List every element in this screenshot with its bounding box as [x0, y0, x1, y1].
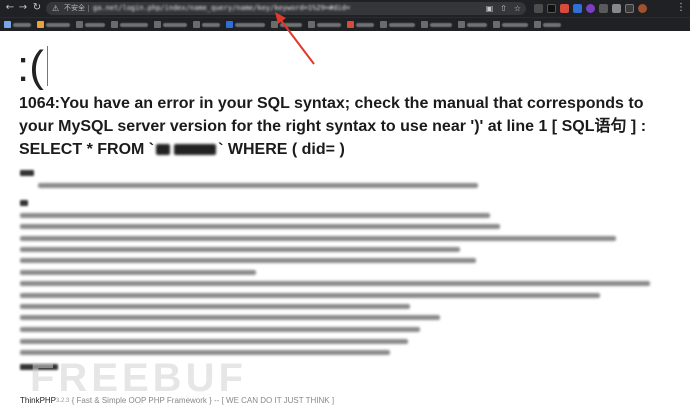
sidebar-icon[interactable] [625, 4, 634, 13]
trace-line [20, 327, 420, 332]
framework-footer: ThinkPHP3.2.3 { Fast & Simple OOP PHP Fr… [20, 396, 334, 406]
trace-line [20, 339, 408, 344]
error-line: SELECT * FROM ` ` WHERE ( did= ) [19, 138, 659, 161]
insecure-label: 不安全 [64, 4, 85, 12]
footer-version: 3.2.3 [56, 398, 70, 404]
trace-line [20, 247, 460, 252]
bookmarks-bar [0, 17, 690, 31]
trace-heading [20, 170, 34, 176]
redacted-table-name [156, 144, 171, 156]
puzzle-icon[interactable] [612, 4, 621, 13]
bookmark-icon [308, 21, 315, 28]
sql-statement-start: SELECT * FROM ` [19, 141, 155, 158]
bookmark-item[interactable] [458, 21, 487, 28]
bookmark-item[interactable] [76, 21, 105, 28]
bookmark-icon [226, 21, 233, 28]
bookmark-item[interactable] [154, 21, 187, 28]
sql-statement-end: ` WHERE ( did= ) [218, 141, 345, 158]
bookmark-item[interactable] [193, 21, 220, 28]
bookmark-icon [493, 21, 500, 28]
trace-line [38, 183, 478, 188]
redacted-table-name [174, 144, 217, 156]
reload-icon[interactable]: ↻ [31, 2, 43, 14]
share-icon[interactable]: ⇧ [499, 3, 508, 14]
bookmark-item[interactable] [347, 21, 374, 28]
extension-icon[interactable] [560, 4, 569, 13]
sad-face: :( [17, 42, 44, 91]
bookmark-icon [421, 21, 428, 28]
bookmark-icon [37, 21, 44, 28]
annotation-arrow [275, 12, 315, 65]
trace-line [20, 304, 410, 309]
bookmark-icon [534, 21, 541, 28]
address-bar[interactable]: ⚠ 不安全 ga.net/login.php/index/name_query/… [46, 2, 526, 15]
bookmark-item[interactable] [226, 21, 265, 28]
bookmark-icon [271, 21, 278, 28]
avatar[interactable] [638, 4, 647, 13]
bookmark-item[interactable] [271, 21, 302, 28]
extension-icon[interactable] [573, 4, 582, 13]
bookmark-icon [4, 21, 11, 28]
arrow-left-icon[interactable]: ← [4, 2, 16, 14]
freebuf-watermark: FREEBUF [30, 356, 247, 400]
trace-line [20, 293, 600, 298]
warning-icon: ⚠ [52, 4, 60, 13]
extensions-bar [534, 3, 647, 14]
sql-error-message: 1064:You have an error in your SQL synta… [19, 92, 659, 161]
browser-toolbar: ← → ↻ ⚠ 不安全 ga.net/login.php/index/name_… [0, 0, 690, 17]
bookmark-item[interactable] [534, 21, 561, 28]
bookmark-icon [154, 21, 161, 28]
bookmark-item[interactable] [493, 21, 528, 28]
bookmark-icon [111, 21, 118, 28]
omnibox-actions: ▣ ⇧ ☆ [485, 3, 522, 14]
trace-heading [20, 200, 28, 206]
bookmark-icon [380, 21, 387, 28]
trace-line [20, 350, 390, 355]
kebab-menu-icon[interactable]: ⋮ [676, 2, 686, 14]
bookmark-item[interactable] [111, 21, 148, 28]
translate-icon[interactable]: ▣ [485, 3, 494, 14]
bookmark-item[interactable] [308, 21, 341, 28]
bookmark-icon [347, 21, 354, 28]
extension-icon[interactable] [599, 4, 608, 13]
trace-line [20, 281, 650, 286]
trace-line [20, 315, 440, 320]
bookmark-icon [458, 21, 465, 28]
trace-line [20, 270, 256, 275]
bookmark-item[interactable] [37, 21, 70, 28]
trace-line [20, 258, 476, 263]
trace-line [20, 224, 500, 229]
arrow-right-icon[interactable]: → [17, 2, 29, 14]
trace-line [20, 236, 616, 241]
bookmark-item[interactable] [4, 21, 31, 28]
footer-brand[interactable]: ThinkPHP [20, 396, 56, 405]
error-line: 1064:You have an error in your SQL synta… [19, 95, 644, 112]
error-line: your MySQL server version for the right … [19, 118, 647, 135]
extension-icon[interactable] [534, 4, 543, 13]
extension-icon[interactable] [586, 4, 595, 13]
bookmark-item[interactable] [421, 21, 452, 28]
bookmark-icon [76, 21, 83, 28]
bookmark-item[interactable] [380, 21, 415, 28]
text-caret [47, 46, 48, 86]
extension-icon[interactable] [547, 4, 556, 13]
url-text[interactable]: ga.net/login.php/index/name_query/name/k… [93, 2, 350, 15]
trace-line [20, 213, 490, 218]
footer-tagline: { Fast & Simple OOP PHP Framework } -- [… [71, 396, 335, 405]
omnibox-divider [88, 5, 89, 12]
bookmark-icon [193, 21, 200, 28]
star-icon[interactable]: ☆ [513, 3, 522, 14]
